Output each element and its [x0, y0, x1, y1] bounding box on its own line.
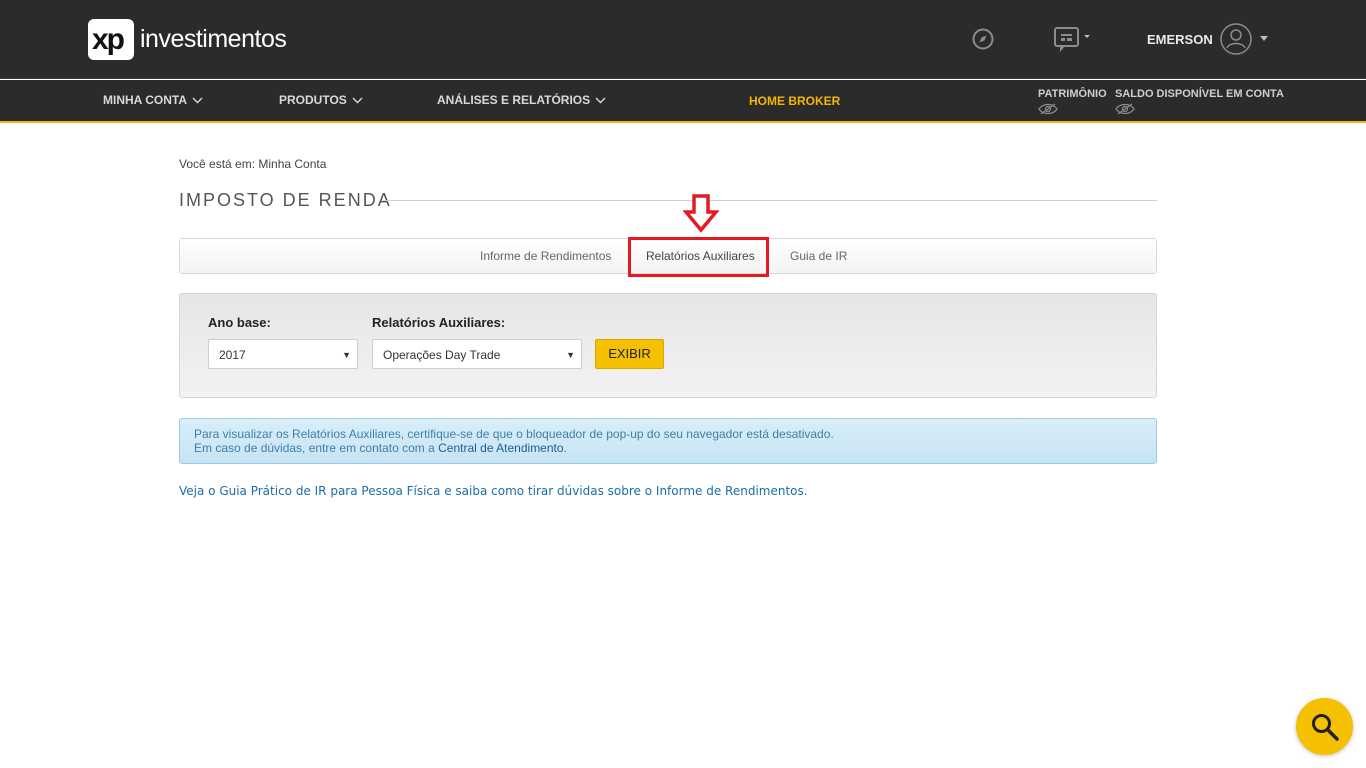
- xp-logo[interactable]: xp investimentos: [88, 18, 287, 60]
- search-icon: [1312, 714, 1339, 741]
- eye-hidden-icon[interactable]: [1115, 103, 1135, 115]
- eye-hidden-icon[interactable]: [1038, 103, 1058, 115]
- breadcrumb: Você está em: Minha Conta: [179, 157, 327, 171]
- nav-produtos-label: PRODUTOS: [279, 93, 347, 107]
- main-nav: MINHA CONTA PRODUTOS ANÁLISES E RELATÓRI…: [0, 80, 1366, 123]
- ano-base-select[interactable]: 2017 ▼: [208, 339, 358, 369]
- alert-line-1: Para visualizar os Relatórios Auxiliares…: [194, 427, 834, 441]
- chevron-down-icon: [352, 97, 363, 103]
- patrimonio-label: PATRIMÔNIO: [1038, 88, 1107, 100]
- title-divider: [383, 200, 1157, 201]
- ano-base-label: Ano base:: [208, 315, 271, 330]
- guia-pratico-link[interactable]: Veja o Guia Prático de IR para Pessoa Fí…: [179, 484, 808, 498]
- chevron-down-icon: [192, 97, 203, 103]
- patrimonio-toggle[interactable]: PATRIMÔNIO: [1038, 88, 1107, 115]
- user-avatar-icon[interactable]: [1220, 23, 1252, 55]
- exibir-button[interactable]: EXIBIR: [595, 339, 664, 369]
- active-tab-highlight: [628, 237, 769, 277]
- alert-line-2-text: Em caso de dúvidas, entre em contato com…: [194, 441, 439, 455]
- ano-base-value: 2017: [219, 348, 246, 362]
- search-fab-button[interactable]: [1296, 698, 1353, 755]
- tab-guia-ir[interactable]: Guia de IR: [790, 249, 847, 263]
- relatorios-label: Relatórios Auxiliares:: [372, 315, 506, 330]
- logo-text: investimentos: [140, 24, 287, 53]
- saldo-toggle[interactable]: SALDO DISPONÍVEL EM CONTA: [1115, 88, 1284, 115]
- nav-analises-relatorios[interactable]: ANÁLISES E RELATÓRIOS: [437, 93, 606, 107]
- nav-analises-label: ANÁLISES E RELATÓRIOS: [437, 93, 591, 107]
- top-header: xp investimentos EMERSON: [0, 0, 1366, 79]
- logo-mark: xp: [88, 18, 134, 60]
- select-caret-icon: ▼: [342, 350, 351, 360]
- nav-home-broker[interactable]: HOME BROKER: [749, 94, 840, 108]
- select-caret-icon: ▼: [566, 350, 575, 360]
- username[interactable]: EMERSON: [1147, 32, 1213, 47]
- nav-produtos[interactable]: PRODUTOS: [279, 93, 363, 107]
- chevron-down-icon[interactable]: [1260, 36, 1268, 41]
- chevron-down-icon: [595, 97, 606, 103]
- logo-mark-text: xp: [92, 22, 125, 56]
- nav-minha-conta-label: MINHA CONTA: [103, 93, 187, 107]
- chat-icon[interactable]: [1054, 27, 1094, 53]
- filter-panel: Ano base: 2017 ▼ Relatórios Auxiliares: …: [179, 293, 1157, 398]
- nav-minha-conta[interactable]: MINHA CONTA: [103, 93, 203, 107]
- tab-informe-rendimentos[interactable]: Informe de Rendimentos: [480, 249, 611, 263]
- page-title: IMPOSTO DE RENDA: [179, 190, 392, 210]
- relatorios-value: Operações Day Trade: [383, 348, 501, 362]
- compass-icon[interactable]: [972, 28, 994, 50]
- alert-line-2-end: .: [563, 441, 567, 455]
- down-arrow-icon: [683, 194, 719, 233]
- relatorios-select[interactable]: Operações Day Trade ▼: [372, 339, 582, 369]
- central-atendimento-link[interactable]: Central de Atendimento: [438, 441, 563, 455]
- saldo-label: SALDO DISPONÍVEL EM CONTA: [1115, 88, 1284, 100]
- info-alert: Para visualizar os Relatórios Auxiliares…: [179, 418, 1157, 464]
- alert-line-2: Em caso de dúvidas, entre em contato com…: [194, 441, 1142, 455]
